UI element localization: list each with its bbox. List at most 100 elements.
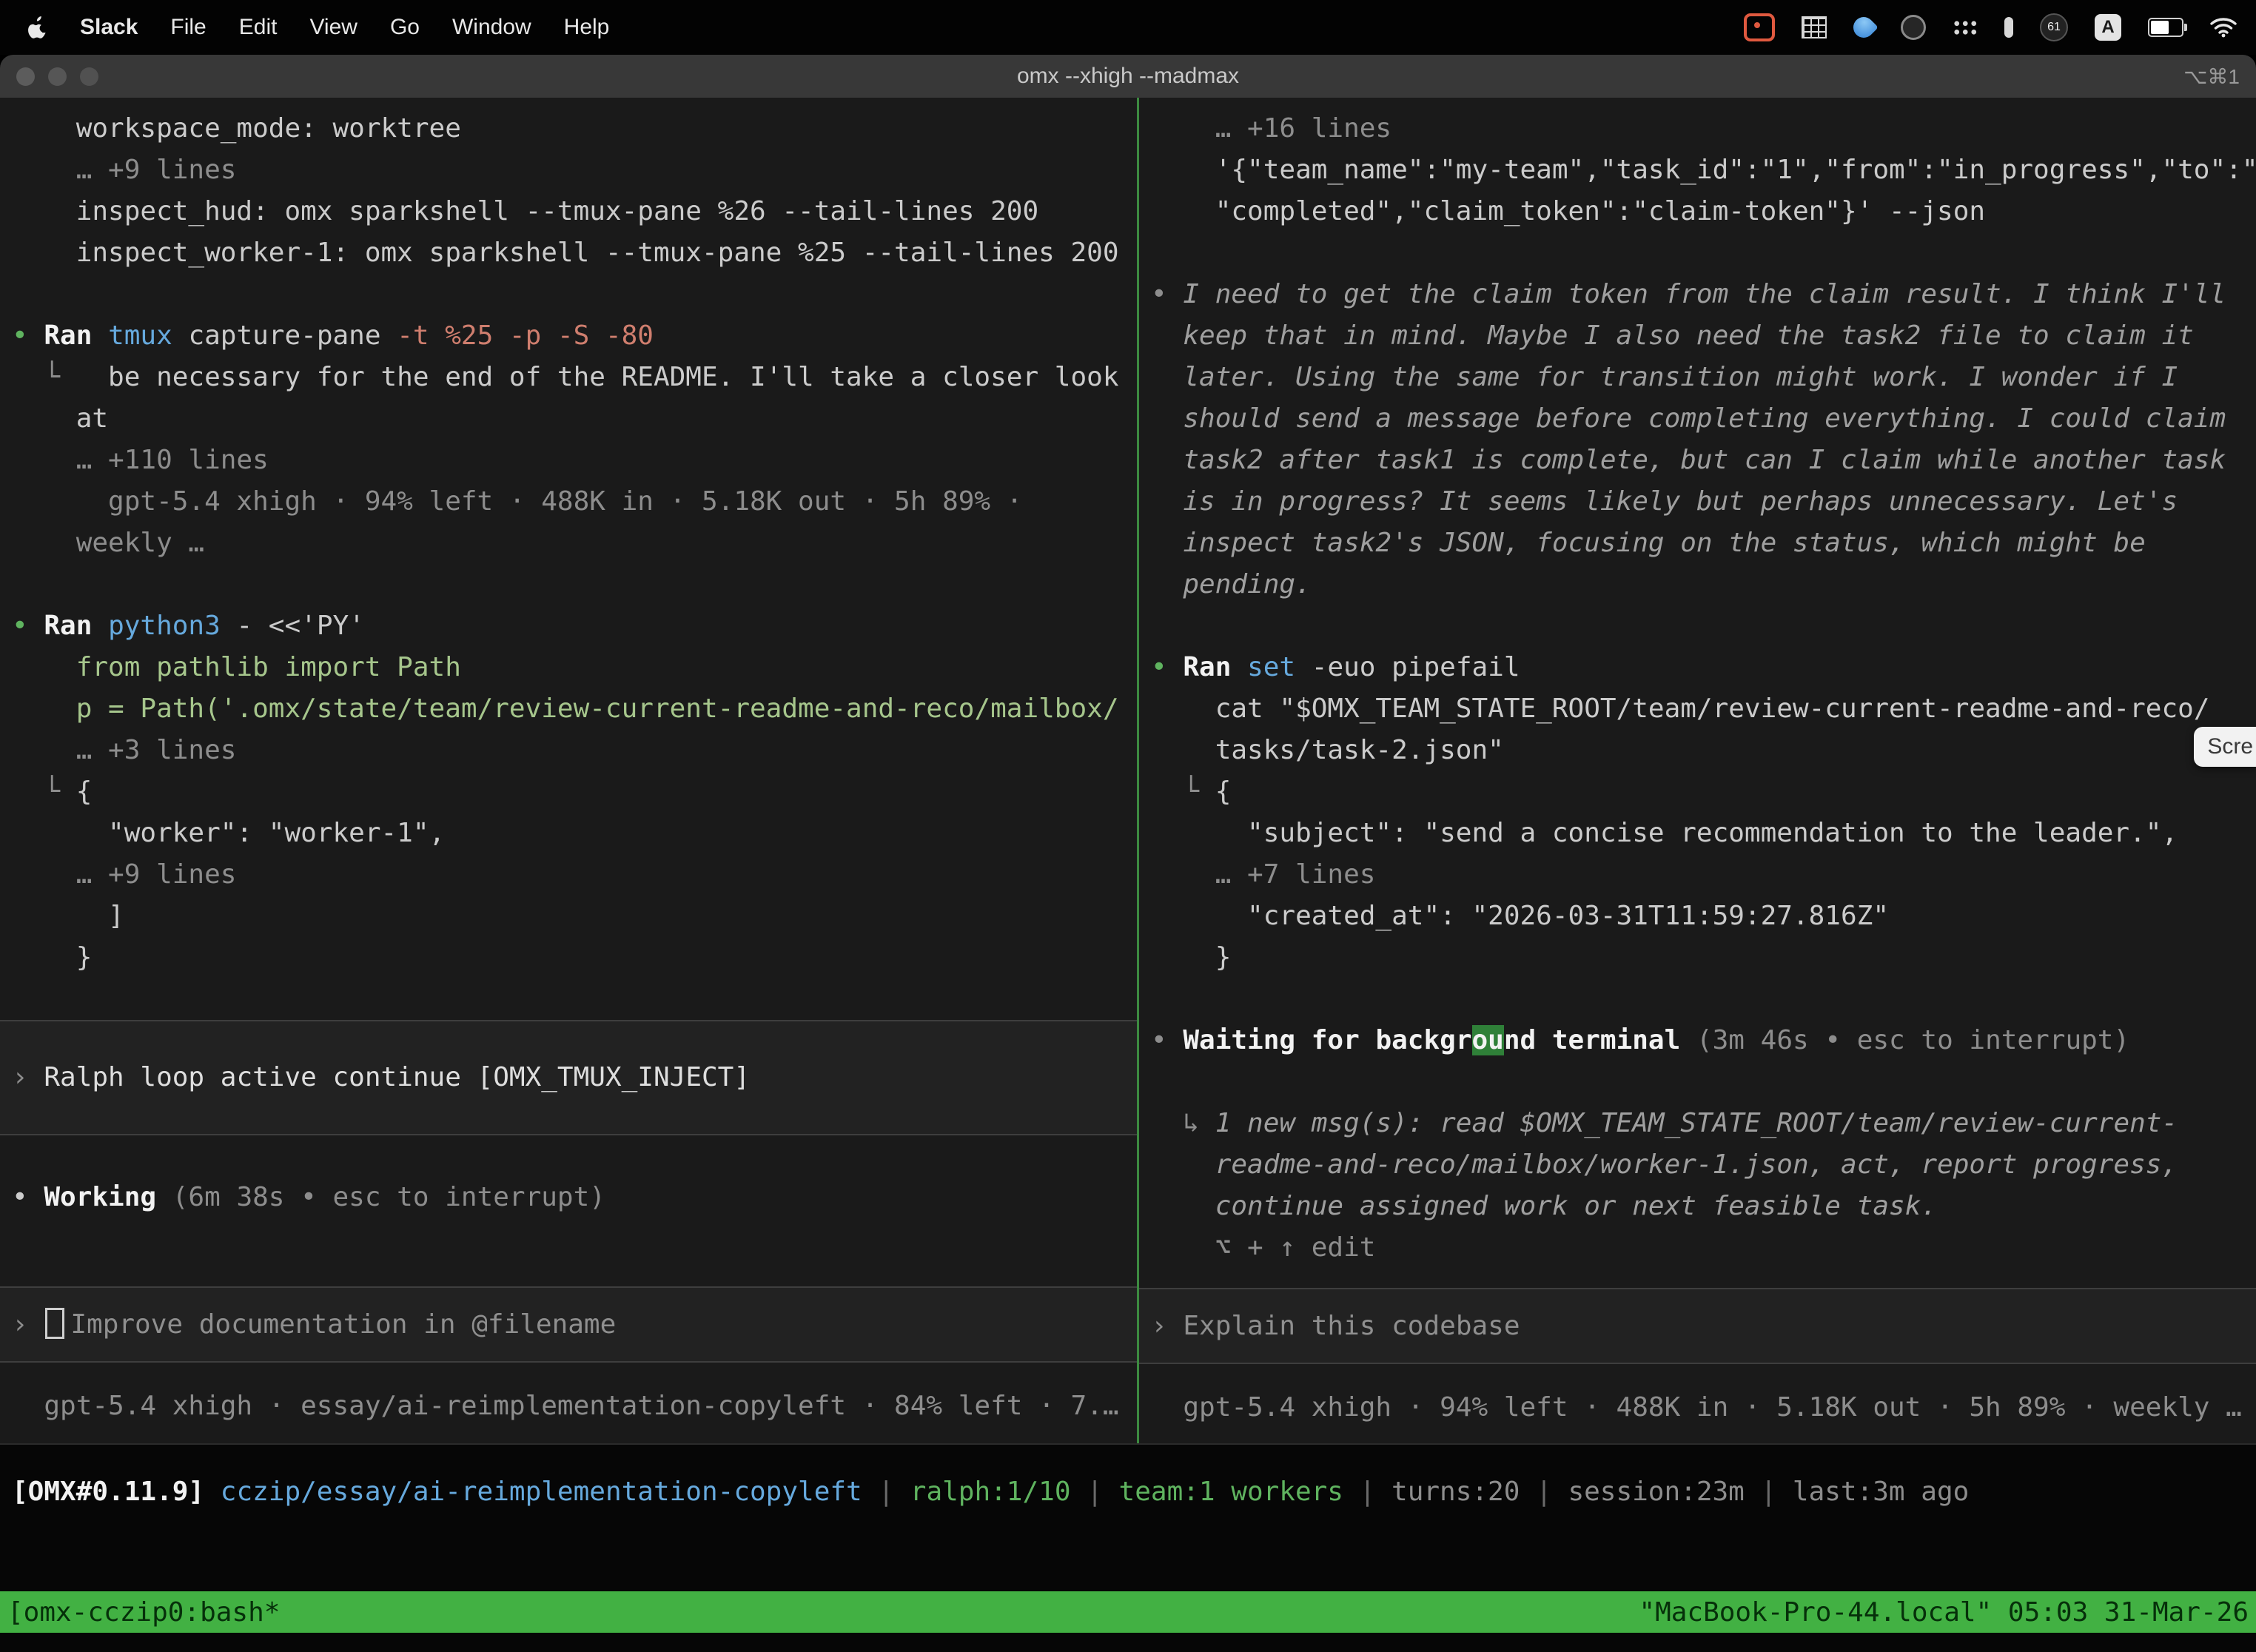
prompt-chevron: › (12, 1062, 44, 1092)
window-shortcut-hint: ⌥⌘1 (2183, 64, 2240, 89)
apple-menu-icon[interactable] (28, 16, 47, 38)
terminal-line (12, 274, 1137, 315)
dark-app-icon[interactable] (1901, 15, 1926, 40)
terminal-line (1151, 232, 2256, 274)
terminal-window: omx --xhigh --madmax ⌥⌘1 workspace_mode:… (0, 55, 2256, 1652)
menu-item-window[interactable]: Window (452, 15, 531, 40)
terminal-line: … +110 lines (12, 440, 1137, 481)
terminal-line: "subject": "send a concise recommendatio… (1151, 813, 2256, 854)
terminal-line: … +7 lines (1151, 854, 2256, 896)
left-pane[interactable]: workspace_mode: worktree … +9 lines insp… (0, 98, 1137, 1443)
terminal-line: gpt-5.4 xhigh · 94% left · 488K in · 5.1… (12, 481, 1137, 523)
menu-item-go[interactable]: Go (390, 15, 420, 40)
terminal-line: inspect_hud: omx sparkshell --tmux-pane … (12, 191, 1137, 232)
terminal-line: ] (12, 896, 1137, 937)
terminal-line: • Ran python3 - <<'PY' (12, 605, 1137, 647)
menu-item-view[interactable]: View (309, 15, 357, 40)
tmux-host-time: "MacBook-Pro-44.local" 05:03 31-Mar-26 (1639, 1597, 2249, 1628)
narrow-app-icon[interactable] (2004, 17, 2013, 38)
terminal-line: • Ran set -euo pipefail (1151, 647, 2256, 688)
terminal-line: workspace_mode: worktree (12, 108, 1137, 150)
terminal-line (1151, 978, 2256, 1020)
terminal-line: └ { (12, 771, 1137, 813)
right-pane-scrollback: … +16 lines '{"team_name":"my-team","tas… (1151, 108, 2256, 1269)
terminal-line: task2 after task1 is complete, but can I… (1151, 440, 2256, 481)
terminal-line: inspect_worker-1: omx sparkshell --tmux-… (12, 232, 1137, 274)
terminal-line: at (12, 398, 1137, 440)
terminal-line: p = Path('.omx/state/team/review-current… (12, 688, 1137, 730)
terminal-line: continue assigned work or next feasible … (1151, 1186, 2256, 1227)
tmux-session-label: [omx-cczip0:bash* (7, 1597, 280, 1628)
working-status: • Working (6m 38s • esc to interrupt) (12, 1177, 1137, 1218)
input-chevron: › (12, 1309, 44, 1340)
menu-status-icons: 61 A (1744, 13, 2256, 41)
terminal-line: • Ran tmux capture-pane -t %25 -p -S -80 (12, 315, 1137, 357)
terminal-line: … +3 lines (12, 730, 1137, 771)
screenshot-tooltip: Scre (2194, 727, 2256, 767)
suggestion-chevron: › (1151, 1311, 1183, 1341)
tmux-panes: workspace_mode: worktree … +9 lines insp… (0, 98, 2256, 1445)
terminal-line: later. Using the same for transition mig… (1151, 357, 2256, 398)
terminal-line: keep that in mind. Maybe I also need the… (1151, 315, 2256, 357)
terminal-line: "completed","claim_token":"claim-token"}… (1151, 191, 2256, 232)
input-placeholder: Improve documentation in @filename (70, 1309, 616, 1340)
screenshot-tooltip-text: Scre (2207, 734, 2253, 759)
terminal-line: └ { (1151, 771, 2256, 813)
terminal-line: inspect task2's JSON, focusing on the st… (1151, 523, 2256, 564)
ralph-loop-banner: › Ralph loop active continue [OMX_TMUX_I… (0, 1020, 1137, 1135)
menu-item-file[interactable]: File (170, 15, 206, 40)
input-source-icon[interactable]: A (2095, 14, 2121, 41)
menu-bar: Slack File Edit View Go Window Help 61 A (0, 0, 2256, 55)
battery-percentage-badge[interactable]: 61 (2040, 13, 2068, 41)
terminal-line: • Waiting for background terminal (3m 46… (1151, 1020, 2256, 1061)
left-pane-scrollback: workspace_mode: worktree … +9 lines insp… (12, 108, 1137, 1020)
working-detail: (6m 38s • esc to interrupt) (156, 1182, 605, 1212)
terminal-line: ↳ 1 new msg(s): read $OMX_TEAM_STATE_ROO… (1151, 1103, 2256, 1144)
terminal-body: workspace_mode: worktree … +9 lines insp… (0, 98, 2256, 1652)
menu-item-help[interactable]: Help (564, 15, 610, 40)
grid-icon[interactable] (1802, 16, 1827, 38)
terminal-line (1151, 1061, 2256, 1103)
terminal-line: "worker": "worker-1", (12, 813, 1137, 854)
wifi-icon[interactable] (2210, 17, 2237, 38)
terminal-line (12, 978, 1137, 1020)
terminal-line: ⌥ + ↑ edit (1151, 1227, 2256, 1269)
terminal-line: tasks/task-2.json" (1151, 730, 2256, 771)
terminal-line: } (12, 937, 1137, 978)
terminal-line: pending. (1151, 564, 2256, 605)
prompt-input[interactable]: › Improve documentation in @filename (0, 1286, 1137, 1363)
window-title: omx --xhigh --madmax (0, 64, 2256, 89)
screen-recording-icon[interactable] (1744, 13, 1775, 41)
app-menu-slack[interactable]: Slack (80, 15, 138, 40)
battery-icon[interactable] (2148, 18, 2183, 37)
terminal-line: from pathlib import Path (12, 647, 1137, 688)
terminal-line: '{"team_name":"my-team","task_id":"1","f… (1151, 150, 2256, 191)
ralph-loop-text: Ralph loop active continue [OMX_TMUX_INJ… (44, 1062, 750, 1092)
terminal-line: … +9 lines (12, 854, 1137, 896)
terminal-line (12, 564, 1137, 605)
terminal-line: readme-and-reco/mailbox/worker-1.json, a… (1151, 1144, 2256, 1186)
terminal-line: … +16 lines (1151, 108, 2256, 150)
working-label: Working (44, 1182, 156, 1212)
terminal-line: should send a message before completing … (1151, 398, 2256, 440)
text-cursor (45, 1308, 64, 1339)
screen: Slack File Edit View Go Window Help 61 A (0, 0, 2256, 1652)
left-pane-footer: gpt-5.4 xhigh · essay/ai-reimplementatio… (12, 1386, 1137, 1427)
terminal-line: … +9 lines (12, 150, 1137, 191)
right-pane[interactable]: … +16 lines '{"team_name":"my-team","tas… (1139, 98, 2256, 1443)
terminal-line: "created_at": "2026-03-31T11:59:27.816Z" (1151, 896, 2256, 937)
menu-item-edit[interactable]: Edit (239, 15, 278, 40)
suggestion-banner[interactable]: › Explain this codebase (1139, 1288, 2256, 1364)
menu-items: File Edit View Go Window Help (170, 15, 609, 40)
terminal-line: └ be necessary for the end of the README… (12, 357, 1137, 398)
terminal-line: weekly … (12, 523, 1137, 564)
suggestion-text: Explain this codebase (1183, 1311, 1520, 1341)
dots-grid-icon[interactable] (1953, 19, 1978, 36)
title-bar[interactable]: omx --xhigh --madmax ⌥⌘1 (0, 55, 2256, 98)
omx-status-line: [OMX#0.11.9] cczip/essay/ai-reimplementa… (0, 1471, 2256, 1513)
terminal-line (1151, 605, 2256, 647)
terminal-line: is in progress? It seems likely but perh… (1151, 481, 2256, 523)
terminal-line: cat "$OMX_TEAM_STATE_ROOT/team/review-cu… (1151, 688, 2256, 730)
blue-app-icon[interactable] (1849, 13, 1879, 42)
terminal-line: • I need to get the claim token from the… (1151, 274, 2256, 315)
